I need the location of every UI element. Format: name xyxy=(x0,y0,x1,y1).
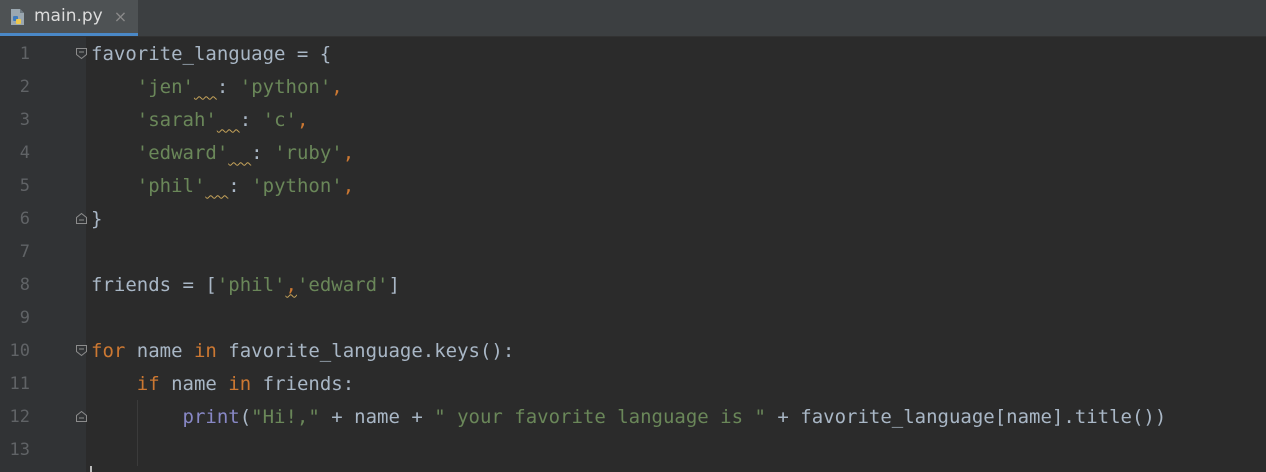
code-token: , xyxy=(342,174,355,197)
code-token: friends: xyxy=(251,372,355,395)
fold-end-icon[interactable] xyxy=(75,212,88,225)
code-line[interactable]: 1 favorite_language = { xyxy=(0,37,1266,70)
code-text: friends = ['phil','edward'] xyxy=(91,274,400,296)
line-number: 4 xyxy=(19,142,30,163)
code-text: 'jen' : 'python', xyxy=(91,76,343,98)
editor-tab-bar: main.py × xyxy=(0,0,1266,37)
code-token: 'python' xyxy=(239,75,332,98)
code-line[interactable]: 10 for name in favorite_language.keys(): xyxy=(0,334,1266,367)
fold-start-icon[interactable] xyxy=(75,344,88,357)
code-text: favorite_language = { xyxy=(91,43,331,65)
code-token: 'jen' xyxy=(136,75,194,98)
code-token: name xyxy=(159,372,229,395)
code-line[interactable]: 12 print("Hi!," + name + " your favorite… xyxy=(0,400,1266,433)
code-token: 'phil' xyxy=(136,174,206,197)
line-number: 5 xyxy=(19,175,30,196)
code-line[interactable]: 8 friends = ['phil','edward'] xyxy=(0,268,1266,301)
code-line[interactable]: 13 xyxy=(0,433,1266,466)
fold-end-icon[interactable] xyxy=(75,410,88,423)
line-number: 8 xyxy=(19,274,30,295)
code-text: 'edward' : 'ruby', xyxy=(91,142,354,164)
line-number: 7 xyxy=(19,241,30,262)
code-token: " your favorite language is " xyxy=(434,405,766,428)
code-token: friends = [ xyxy=(91,273,217,296)
code-token: "Hi!," xyxy=(251,405,320,428)
code-line[interactable]: 7 xyxy=(0,235,1266,268)
code-text: 'phil' : 'python', xyxy=(91,175,354,197)
code-token: : xyxy=(216,75,240,98)
code-text: } xyxy=(91,208,102,230)
code-token: 'phil' xyxy=(216,273,286,296)
code-text: for name in favorite_language.keys(): xyxy=(91,340,514,362)
code-token: + favorite_language[name].title()) xyxy=(765,405,1167,428)
code-token: 'ruby' xyxy=(274,141,343,164)
code-token: ( xyxy=(239,405,252,428)
code-token: , xyxy=(296,108,309,131)
python-file-icon xyxy=(8,7,28,27)
code-token: 'sarah' xyxy=(136,108,217,131)
code-token: for xyxy=(91,339,126,362)
code-token: ] xyxy=(388,273,400,296)
code-line[interactable]: 6} xyxy=(0,202,1266,235)
code-token: 'edward' xyxy=(296,273,389,296)
code-token: , xyxy=(342,141,355,164)
code-token: 'c' xyxy=(262,108,297,131)
line-number: 10 xyxy=(9,340,30,361)
line-number: 13 xyxy=(9,439,30,460)
code-token: + name + xyxy=(319,405,435,428)
code-editor[interactable]: 1 favorite_language = { 2 'jen' : 'python'… xyxy=(0,37,1266,472)
line-number: 12 xyxy=(9,406,30,427)
tab-close-icon[interactable]: × xyxy=(114,8,127,25)
code-token: } xyxy=(91,207,103,230)
tab-filename: main.py xyxy=(34,6,103,26)
code-token: name xyxy=(125,339,194,362)
line-number: 1 xyxy=(19,43,30,64)
line-number: 3 xyxy=(19,109,30,130)
code-token: favorite_language = { xyxy=(91,42,332,65)
code-text: print("Hi!," + name + " your favorite la… xyxy=(91,405,1167,428)
code-token: , xyxy=(331,75,343,98)
code-line[interactable]: 11 if name in friends: xyxy=(0,367,1266,400)
code-token: , xyxy=(285,273,297,296)
text-caret xyxy=(90,466,92,472)
code-token: 'edward' xyxy=(136,141,229,164)
code-line[interactable]: 2 'jen' : 'python', xyxy=(0,70,1266,103)
code-text: 'sarah' : 'c', xyxy=(91,108,309,131)
line-number: 11 xyxy=(9,373,30,394)
line-number: 6 xyxy=(19,208,30,229)
code-token: : xyxy=(239,108,263,131)
indent-guide xyxy=(137,400,138,466)
code-token: if xyxy=(136,372,160,395)
code-token: in xyxy=(193,339,217,362)
fold-start-icon[interactable] xyxy=(75,47,88,60)
tab-main-py[interactable]: main.py × xyxy=(0,0,138,36)
line-number: 2 xyxy=(19,76,30,97)
code-line[interactable]: 3 'sarah' : 'c', xyxy=(0,103,1266,136)
code-line[interactable]: 4 'edward' : 'ruby', xyxy=(0,136,1266,169)
code-token: : xyxy=(228,174,252,197)
code-text: if name in friends: xyxy=(91,373,354,395)
code-line[interactable]: 9 xyxy=(0,301,1266,334)
code-token: in xyxy=(228,372,252,395)
line-number: 9 xyxy=(19,307,30,328)
code-token: print xyxy=(182,405,240,428)
code-token: 'python' xyxy=(251,174,343,197)
code-token: : xyxy=(251,141,275,164)
code-line[interactable]: 5 'phil' : 'python', xyxy=(0,169,1266,202)
code-token: favorite_language.keys(): xyxy=(216,339,515,362)
